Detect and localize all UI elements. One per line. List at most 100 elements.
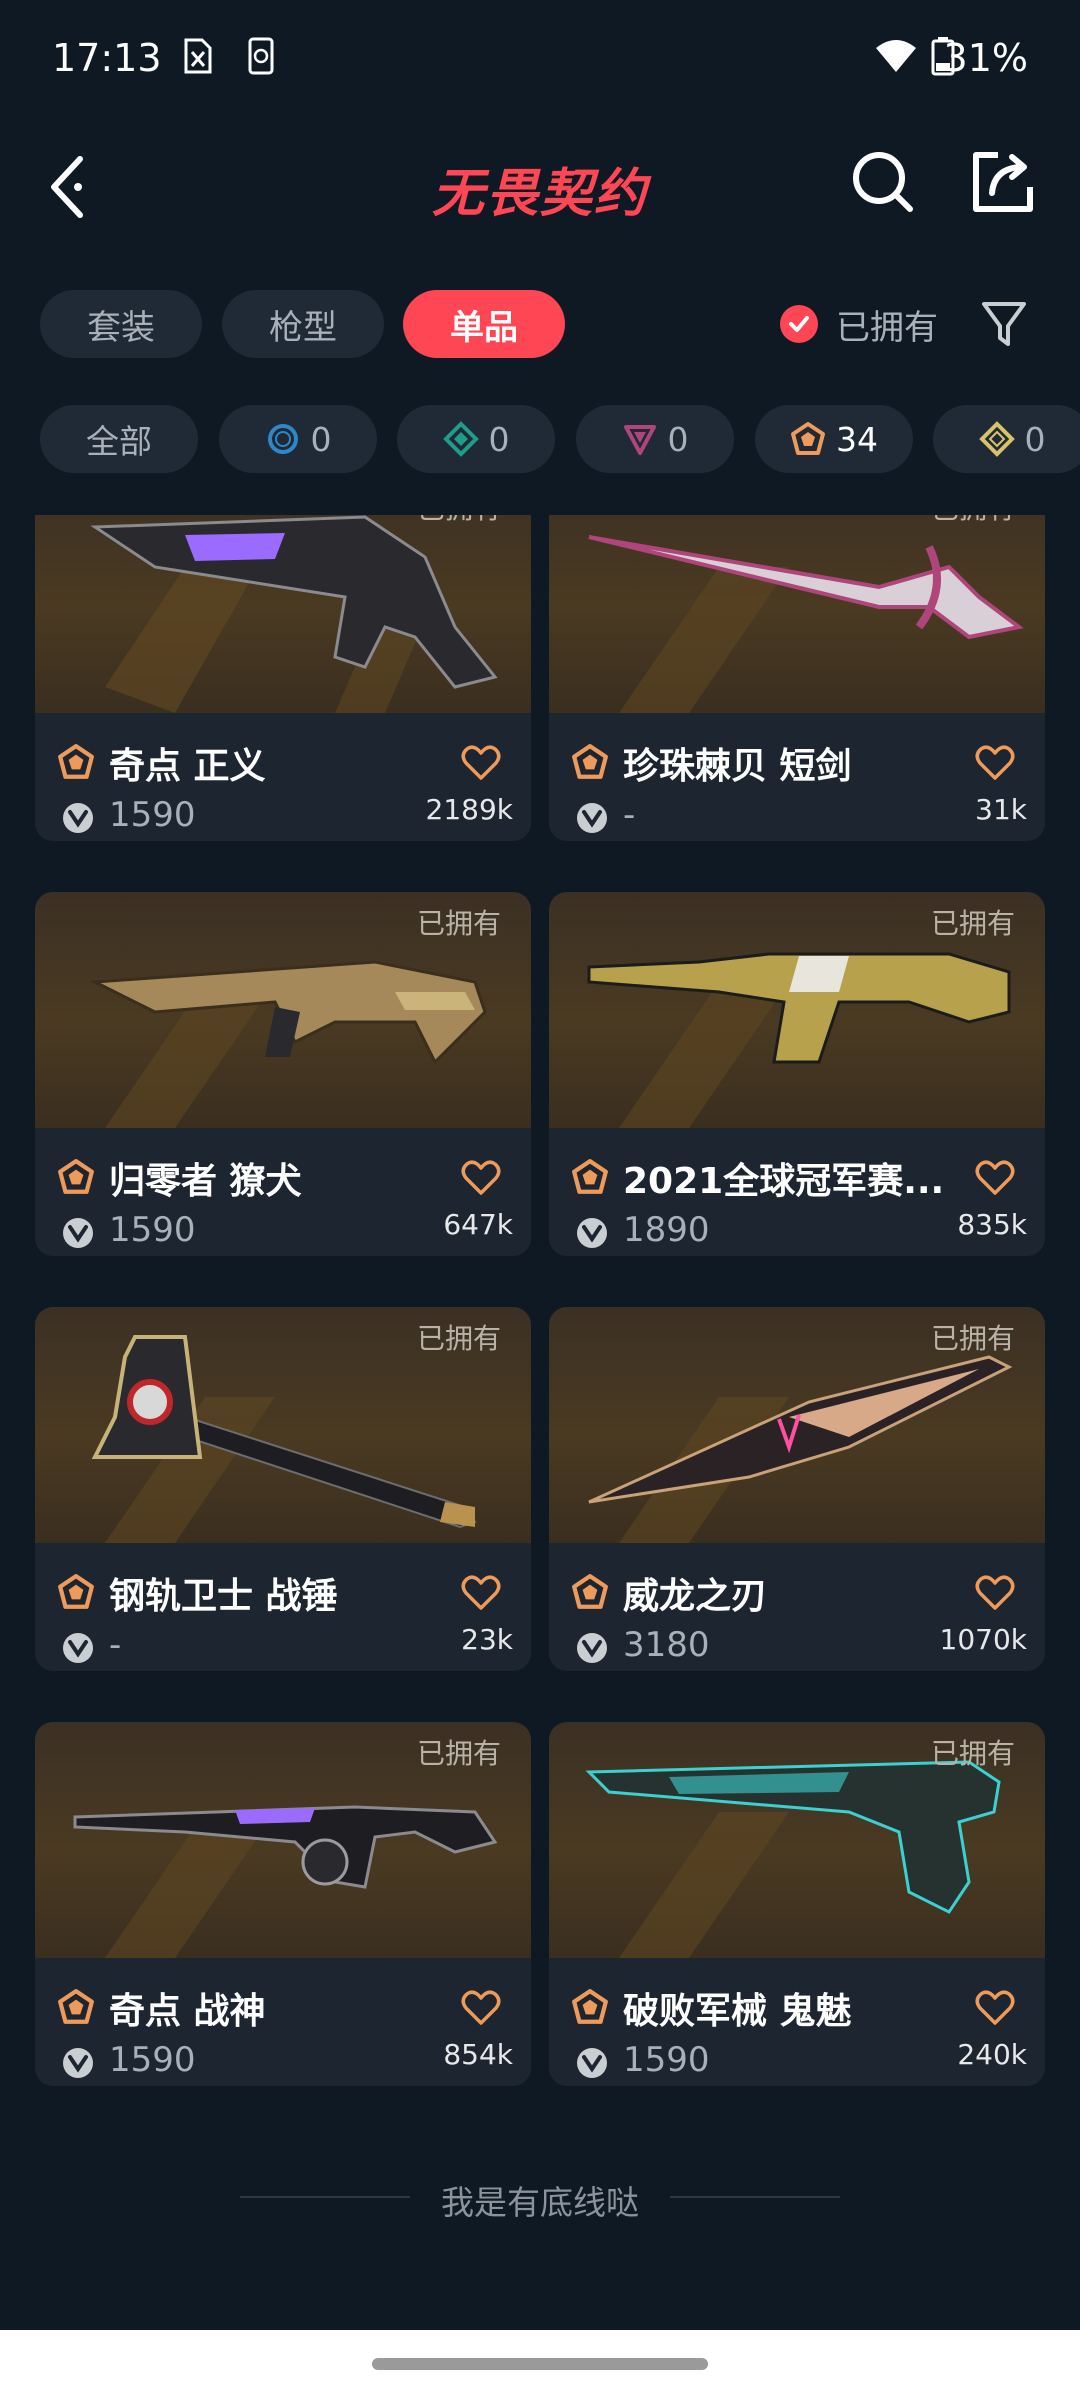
heart-icon[interactable] xyxy=(461,1575,501,1611)
wifi-icon xyxy=(876,40,916,72)
rarity-filter-row: 全部 0 0 0 34 0 xyxy=(0,405,1080,475)
battery-percent: 31% xyxy=(943,36,1028,80)
chip-deluxe-tier[interactable]: 0 xyxy=(397,405,555,473)
vp-currency-icon xyxy=(577,1218,607,1248)
tab-items[interactable]: 单品 xyxy=(403,290,565,358)
item-grid: 已拥有 奇点 正义 1590 2189k 已拥有 珍珠棘贝 短剑 - xyxy=(0,515,1080,2135)
chip-ultra-tier[interactable]: 0 xyxy=(933,405,1080,473)
owned-badge: 已拥有 xyxy=(930,1322,1015,1355)
chip-exclusive-count: 34 xyxy=(836,419,878,459)
dagger-art xyxy=(588,535,1024,713)
heart-icon[interactable] xyxy=(461,1160,501,1196)
chip-select-count: 0 xyxy=(310,419,332,459)
item-price: 1590 xyxy=(109,1210,196,1250)
heart-icon[interactable] xyxy=(461,745,501,781)
phone-sync-icon xyxy=(248,37,274,75)
weapon-image: 已拥有 xyxy=(35,1307,531,1543)
vp-currency-icon xyxy=(63,1633,93,1663)
exclusive-tier-icon xyxy=(58,744,94,779)
item-card[interactable]: 已拥有 归零者 獠犬 1590 647k xyxy=(35,892,531,1256)
item-name: 归零者 獠犬 xyxy=(109,1161,302,1202)
item-price: 1590 xyxy=(109,795,196,835)
item-card[interactable]: 已拥有 钢轨卫士 战锤 - 23k xyxy=(35,1307,531,1671)
vp-currency-icon xyxy=(577,1633,607,1663)
deluxe-tier-icon xyxy=(442,421,479,457)
exclusive-tier-icon xyxy=(572,1574,608,1609)
exclusive-tier-icon xyxy=(572,1989,608,2024)
heart-icon[interactable] xyxy=(975,745,1015,781)
owned-badge: 已拥有 xyxy=(417,515,501,527)
weapon-image: 已拥有 xyxy=(549,515,1045,713)
search-icon[interactable] xyxy=(848,147,918,217)
chip-exclusive-tier[interactable]: 34 xyxy=(755,405,913,473)
item-name: 奇点 正义 xyxy=(109,746,266,787)
vp-currency-icon xyxy=(577,803,607,833)
item-card[interactable]: 已拥有 破败军械 鬼魅 1590 240k xyxy=(549,1722,1045,2086)
vp-currency-icon xyxy=(63,2048,93,2078)
item-likes: 835k xyxy=(957,1208,1027,1241)
chip-deluxe-count: 0 xyxy=(488,419,510,459)
item-card[interactable]: 已拥有 2021全球冠军赛... 1890 835k xyxy=(549,892,1045,1256)
end-of-list-text: 我是有底线哒 xyxy=(441,2183,639,2222)
item-card[interactable]: 已拥有 珍珠棘贝 短剑 - 31k xyxy=(549,515,1045,841)
filter-icon[interactable] xyxy=(978,296,1030,352)
premium-tier-icon xyxy=(623,425,656,455)
heart-icon[interactable] xyxy=(975,1575,1015,1611)
exclusive-tier-icon xyxy=(572,744,608,779)
ultra-tier-icon xyxy=(978,421,1015,457)
checked-icon xyxy=(780,305,818,343)
item-name: 钢轨卫士 战锤 xyxy=(109,1576,338,1617)
item-likes: 1070k xyxy=(939,1623,1027,1656)
revolver-art xyxy=(90,515,498,713)
weapon-image: 已拥有 xyxy=(35,892,531,1128)
item-price: 1890 xyxy=(623,1210,710,1250)
chip-premium-tier[interactable]: 0 xyxy=(576,405,734,473)
item-price: - xyxy=(109,1625,122,1665)
page-title: 无畏契约 xyxy=(431,164,648,224)
vp-currency-icon xyxy=(63,803,93,833)
exclusive-tier-icon xyxy=(58,1159,94,1194)
owned-badge: 已拥有 xyxy=(416,1737,501,1770)
list-end-footer: 我是有底线哒 xyxy=(0,2170,1080,2230)
chip-all-label: 全部 xyxy=(86,422,152,461)
owned-filter-toggle[interactable]: 已拥有 xyxy=(780,290,938,358)
item-likes: 240k xyxy=(957,2038,1027,2071)
chip-premium-count: 0 xyxy=(667,419,689,459)
select-tier-icon xyxy=(267,424,298,454)
share-icon[interactable] xyxy=(968,147,1038,217)
item-card[interactable]: 已拥有 奇点 战神 1590 854k xyxy=(35,1722,531,2086)
weapon-image: 已拥有 xyxy=(549,892,1045,1128)
exclusive-tier-icon xyxy=(58,1574,94,1609)
category-tabs: 套装 枪型 单品 已拥有 xyxy=(0,290,1080,360)
chip-all[interactable]: 全部 xyxy=(40,405,198,473)
owned-badge: 已拥有 xyxy=(930,1737,1015,1770)
weapon-image: 已拥有 xyxy=(35,515,531,713)
tab-bundles[interactable]: 套装 xyxy=(40,290,202,358)
app-header: 无畏契约 xyxy=(0,125,1080,245)
item-likes: 31k xyxy=(975,793,1027,826)
tab-weapon-types[interactable]: 枪型 xyxy=(222,290,384,358)
item-name: 2021全球冠军赛... xyxy=(623,1161,945,1202)
item-name: 珍珠棘贝 短剑 xyxy=(623,746,852,787)
sim-card-icon xyxy=(184,38,212,74)
owned-badge: 已拥有 xyxy=(416,1322,501,1355)
exclusive-tier-icon xyxy=(572,1159,608,1194)
item-name: 奇点 战神 xyxy=(109,1991,266,2032)
chip-select-tier[interactable]: 0 xyxy=(219,405,377,473)
status-time: 17:13 xyxy=(52,36,162,80)
item-price: 1590 xyxy=(109,2040,196,2080)
heart-icon[interactable] xyxy=(461,1990,501,2026)
item-card[interactable]: 已拥有 威龙之刃 3180 1070k xyxy=(549,1307,1045,1671)
item-card[interactable]: 已拥有 奇点 正义 1590 2189k xyxy=(35,515,531,841)
exclusive-tier-icon xyxy=(58,1989,94,2024)
owned-badge: 已拥有 xyxy=(931,515,1015,527)
heart-icon[interactable] xyxy=(975,1160,1015,1196)
home-indicator[interactable] xyxy=(372,2358,708,2370)
item-price: - xyxy=(623,795,636,835)
heart-icon[interactable] xyxy=(975,1990,1015,2026)
vp-currency-icon xyxy=(577,2048,607,2078)
owned-badge: 已拥有 xyxy=(416,907,501,940)
item-likes: 2189k xyxy=(425,793,513,826)
item-likes: 647k xyxy=(443,1208,513,1241)
vp-currency-icon xyxy=(63,1218,93,1248)
